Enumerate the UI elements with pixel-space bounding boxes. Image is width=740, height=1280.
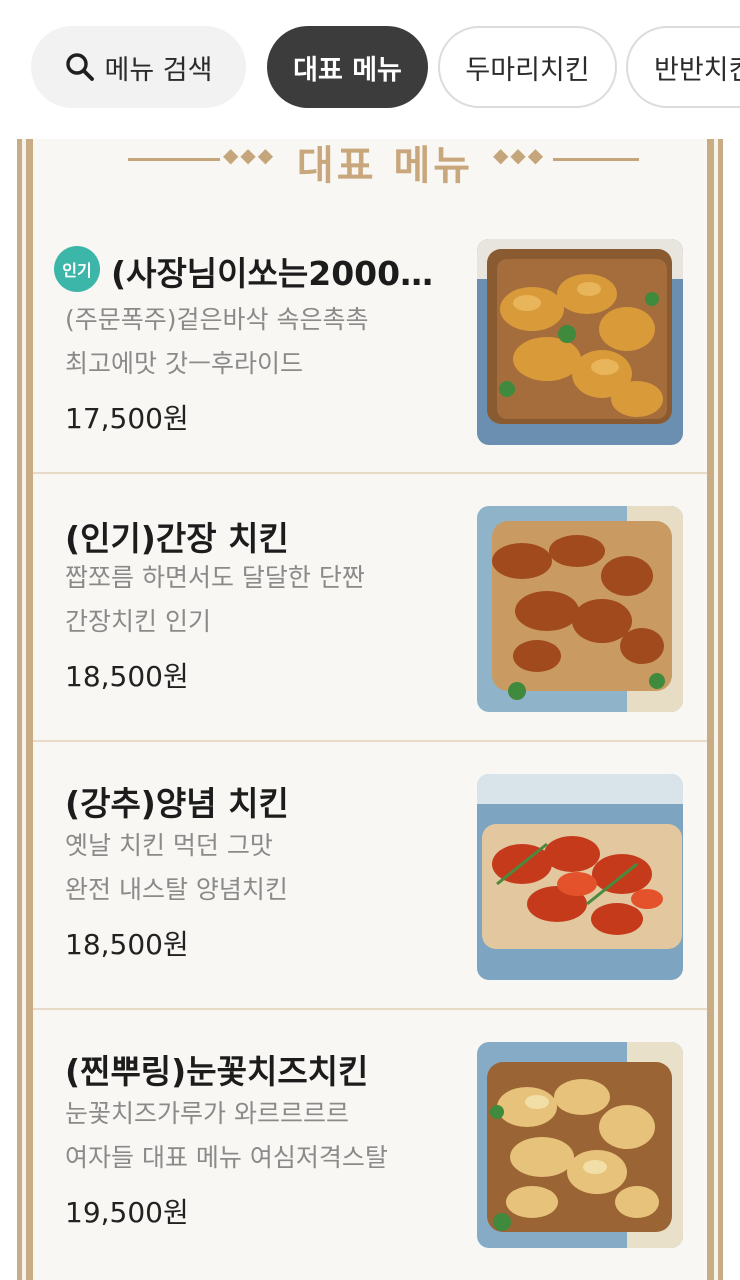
menu-item-description-line-1: 옛날 치킨 먹던 그맛 bbox=[65, 831, 273, 860]
menu-item-description-line-1: 짭쪼름 하면서도 달달한 단짠 bbox=[65, 563, 365, 592]
menu-board: ◆◆◆ 대표 메뉴 ◆◆◆ 인기 (사장님이쏘는2000원할인) (주문폭주)겉… bbox=[17, 139, 723, 1280]
menu-item-price: 18,500원 bbox=[65, 660, 189, 693]
soy-chicken-photo bbox=[477, 506, 683, 712]
menu-item-name: (인기)간장 치킨 bbox=[65, 519, 289, 558]
menu-item-description-line-2: 완전 내스탈 양념치킨 bbox=[65, 875, 288, 904]
menu-item-description-line-2: 간장치킨 인기 bbox=[65, 607, 211, 636]
snow-cheese-chicken-photo bbox=[477, 1042, 683, 1248]
chip-two-chickens[interactable]: 두마리치킨 bbox=[438, 26, 617, 108]
search-icon bbox=[65, 53, 94, 81]
board-frame-stripe-left bbox=[22, 139, 26, 1280]
popular-badge: 인기 bbox=[54, 246, 100, 292]
menu-item-fried-chicken[interactable]: 인기 (사장님이쏘는2000원할인) (주문폭주)겉은바삭 속은촉촉 최고에맛 … bbox=[33, 139, 707, 474]
menu-item-description-line-2: 최고에맛 갓ㅡ후라이드 bbox=[65, 349, 303, 378]
category-chip-bar: 메뉴 검색 대표 메뉴 두마리치킨 반반치킨 bbox=[0, 0, 740, 135]
menu-item-snow-cheese-chicken[interactable]: (찐뿌링)눈꽃치즈치킨 눈꽃치즈가루가 와르르르르 여자들 대표 메뉴 여심저격… bbox=[33, 1010, 707, 1280]
seasoned-chicken-photo bbox=[477, 774, 683, 980]
menu-item-description-line-1: (주문폭주)겉은바삭 속은촉촉 bbox=[65, 305, 369, 334]
board-frame-stripe-right bbox=[714, 139, 718, 1280]
menu-paper: ◆◆◆ 대표 메뉴 ◆◆◆ 인기 (사장님이쏘는2000원할인) (주문폭주)겉… bbox=[33, 139, 707, 1280]
fried-chicken-photo bbox=[477, 239, 683, 445]
menu-item-name: (강추)양념 치킨 bbox=[65, 784, 289, 823]
menu-search-button[interactable]: 메뉴 검색 bbox=[31, 26, 246, 108]
menu-item-soy-chicken[interactable]: (인기)간장 치킨 짭쪼름 하면서도 달달한 단짠 간장치킨 인기 18,500… bbox=[33, 474, 707, 742]
menu-item-price: 19,500원 bbox=[65, 1196, 189, 1229]
chip-representative-menu[interactable]: 대표 메뉴 bbox=[267, 26, 428, 108]
menu-item-seasoned-chicken[interactable]: (강추)양념 치킨 옛날 치킨 먹던 그맛 완전 내스탈 양념치킨 18,500… bbox=[33, 742, 707, 1010]
menu-item-description-line-1: 눈꽃치즈가루가 와르르르르 bbox=[65, 1099, 349, 1128]
menu-item-price: 18,500원 bbox=[65, 928, 189, 961]
menu-item-price: 17,500원 bbox=[65, 402, 189, 435]
menu-search-label: 메뉴 검색 bbox=[104, 54, 213, 86]
menu-item-name: (사장님이쏘는2000원할인) bbox=[111, 254, 451, 293]
menu-item-name: (찐뿌링)눈꽃치즈치킨 bbox=[65, 1052, 369, 1091]
chip-half-half-chicken[interactable]: 반반치킨 bbox=[626, 26, 740, 108]
menu-item-description-line-2: 여자들 대표 메뉴 여심저격스탈 bbox=[65, 1143, 388, 1172]
